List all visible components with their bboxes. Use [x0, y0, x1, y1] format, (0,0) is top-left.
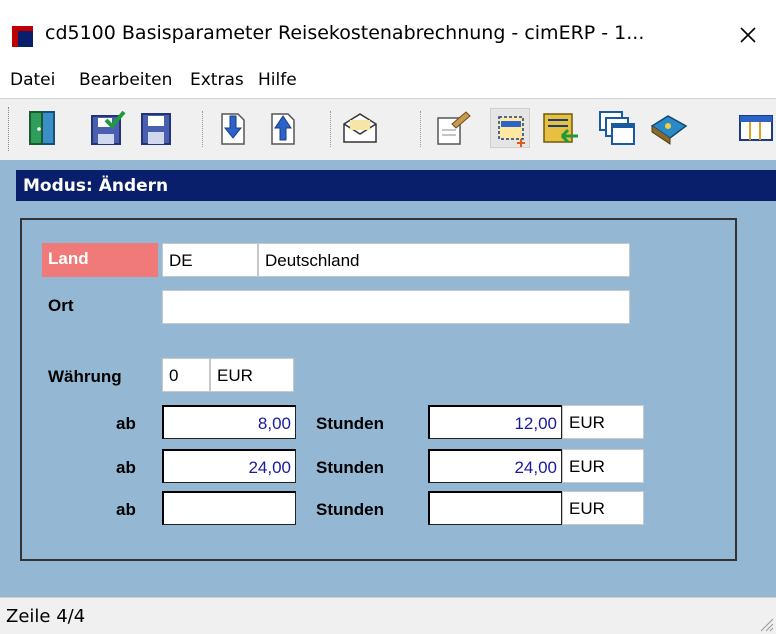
- amount-field[interactable]: 12,00: [428, 405, 562, 439]
- import-down-icon: [221, 113, 245, 145]
- ab-label: ab: [116, 500, 136, 519]
- ab-value-field[interactable]: [162, 491, 296, 525]
- save-confirm-button[interactable]: [88, 108, 128, 148]
- land-code-field[interactable]: DE: [162, 243, 258, 277]
- table-icon: [739, 115, 773, 141]
- list-transfer-button[interactable]: [540, 108, 580, 148]
- save-check-icon: [91, 110, 126, 145]
- currency-field[interactable]: EUR: [562, 449, 644, 483]
- book-icon: [650, 115, 688, 145]
- exit-door-icon: [29, 111, 55, 145]
- menu-bar: Datei Bearbeiten Extras Hilfe: [0, 66, 776, 96]
- waehrung-code-field[interactable]: 0: [162, 358, 210, 392]
- toolbar-grip[interactable]: [8, 107, 11, 151]
- land-label: Land: [42, 243, 158, 277]
- ort-label: Ort: [48, 296, 74, 315]
- export-button[interactable]: [262, 108, 302, 148]
- toolbar-separator: [420, 111, 424, 147]
- waehrung-name-field[interactable]: EUR: [210, 358, 294, 392]
- app-icon: [12, 26, 33, 47]
- currency-field[interactable]: EUR: [562, 491, 644, 525]
- table-button[interactable]: [736, 108, 776, 148]
- stunden-label: Stunden: [316, 414, 384, 433]
- status-text: Zeile 4/4: [6, 606, 86, 627]
- save-icon: [141, 113, 171, 145]
- mail-button[interactable]: [340, 108, 380, 148]
- save-button[interactable]: [136, 108, 176, 148]
- currency-field[interactable]: EUR: [562, 405, 644, 439]
- new-record-button[interactable]: [490, 108, 530, 148]
- export-up-icon: [271, 113, 295, 145]
- book-button[interactable]: [648, 108, 688, 148]
- exit-button[interactable]: [24, 108, 64, 148]
- amount-field[interactable]: 24,00: [428, 449, 562, 483]
- toolbar-separator: [330, 111, 334, 147]
- menu-hilfe[interactable]: Hilfe: [258, 70, 297, 90]
- windows-button[interactable]: [596, 108, 636, 148]
- menu-bearbeiten[interactable]: Bearbeiten: [79, 70, 172, 90]
- new-record-icon: [498, 116, 525, 147]
- list-transfer-icon: [543, 113, 578, 144]
- ab-label: ab: [116, 414, 136, 433]
- stunden-label: Stunden: [316, 500, 384, 519]
- menu-datei[interactable]: Datei: [10, 70, 55, 90]
- close-button[interactable]: [728, 16, 768, 54]
- import-button[interactable]: [212, 108, 252, 148]
- windows-icon: [599, 111, 635, 145]
- stunden-label: Stunden: [316, 458, 384, 477]
- status-bar: Zeile 4/4: [0, 597, 776, 634]
- ab-label: ab: [116, 458, 136, 477]
- waehrung-label: Währung: [48, 367, 122, 386]
- window-title: cd5100 Basisparameter Reisekostenabrechn…: [45, 22, 645, 44]
- resize-grip-icon[interactable]: [758, 616, 774, 632]
- mail-icon: [343, 113, 377, 143]
- edit-document-button[interactable]: [432, 108, 472, 148]
- mode-bar: Modus: Ändern: [16, 170, 776, 201]
- amount-field[interactable]: [428, 491, 562, 525]
- ort-field[interactable]: [162, 290, 630, 324]
- title-bar: cd5100 Basisparameter Reisekostenabrechn…: [0, 0, 776, 62]
- menu-extras[interactable]: Extras: [190, 70, 244, 90]
- toolbar-separator: [202, 111, 206, 147]
- land-name-field[interactable]: Deutschland: [258, 243, 630, 277]
- close-icon: [740, 27, 756, 43]
- ab-value-field[interactable]: 8,00: [162, 405, 296, 439]
- ab-value-field[interactable]: 24,00: [162, 449, 296, 483]
- toolbar: [0, 98, 776, 160]
- edit-document-icon: [437, 111, 471, 145]
